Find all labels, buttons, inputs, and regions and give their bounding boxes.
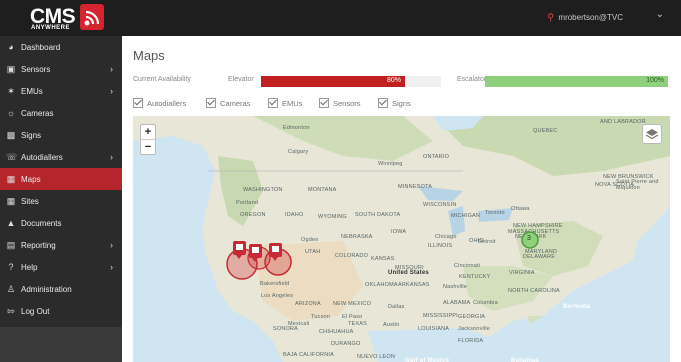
- sidebar-item-maps[interactable]: ▦ Maps: [0, 168, 122, 190]
- sidebar-item-label: Log Out: [21, 306, 50, 316]
- sidebar-footer: [0, 327, 122, 362]
- dashboard-icon: ◕: [8, 42, 14, 52]
- autodialler-icon: ☏: [6, 151, 18, 162]
- sidebar-item-label: Documents: [21, 218, 62, 228]
- logo[interactable]: CMS ANYWHERE: [12, 4, 104, 32]
- filter-label: Autodiallers: [147, 98, 187, 108]
- escalator-bar-fill: [485, 76, 668, 87]
- elevator-availability-bar: 80%: [261, 76, 441, 87]
- sidebar-item-autodiallers[interactable]: ☏ Autodiallers ›: [0, 146, 122, 168]
- escalator-availability-bar: 100%: [485, 76, 668, 87]
- app-window: CMS ANYWHERE ⚲ mrobertson@TVC ⌄ ◕ Dashboa…: [0, 0, 681, 362]
- sidebar-item-label: Dashboard: [21, 42, 61, 52]
- sidebar-item-label: EMUs: [21, 86, 43, 96]
- filter-label: Cameras: [220, 98, 251, 108]
- availability-row: Current Availability Elevator 80% Escala…: [133, 76, 669, 88]
- sidebar-item-emus[interactable]: ✶ EMUs ›: [0, 80, 122, 102]
- map-view[interactable]: Edmonton Calgary Winnipeg ONTARIO QUEBEC WASH…: [133, 116, 670, 362]
- sidebar-item-reporting[interactable]: ▤ Reporting ›: [0, 234, 122, 256]
- chevron-right-icon: ›: [110, 240, 113, 250]
- sidebar-item-label: Signs: [21, 130, 42, 140]
- sidebar-item-label: Sensors: [21, 64, 51, 74]
- logo-subtext: ANYWHERE: [31, 25, 71, 31]
- filter-label: Signs: [392, 98, 411, 108]
- sidebar-item-documents[interactable]: ▲ Documents: [0, 212, 122, 234]
- logout-icon: ⇰: [7, 305, 15, 316]
- checkbox[interactable]: [378, 98, 388, 108]
- availability-label: Current Availability: [133, 76, 191, 83]
- sidebar-item-sites[interactable]: ▦ Sites: [0, 190, 122, 212]
- sidebar-item-label: Autodiallers: [21, 152, 63, 162]
- sidebar-item-label: Administration: [21, 284, 72, 294]
- filter-sensors[interactable]: Sensors: [319, 98, 361, 108]
- sidebar-item-dashboard[interactable]: ◕ Dashboard: [0, 36, 122, 58]
- sidebar-item-label: Sites: [21, 196, 39, 206]
- checkbox[interactable]: [206, 98, 216, 108]
- layers-icon: [645, 129, 659, 140]
- checkbox[interactable]: [319, 98, 329, 108]
- zoom-in-button[interactable]: +: [141, 125, 155, 139]
- chevron-right-icon: ›: [110, 64, 113, 74]
- admin-icon: ♙: [6, 283, 16, 294]
- sidebar-item-signs[interactable]: ▩ Signs: [0, 124, 122, 146]
- elevator-label: Elevator: [228, 76, 254, 83]
- elevator-bar-fill: [261, 76, 405, 87]
- escalator-pct: 100%: [646, 77, 664, 84]
- filter-emus[interactable]: EMUs: [268, 98, 302, 108]
- sidebar-item-log-out[interactable]: ⇰ Log Out: [0, 300, 122, 322]
- page-title: Maps: [133, 48, 165, 63]
- filter-signs[interactable]: Signs: [378, 98, 411, 108]
- zoom-out-button[interactable]: −: [141, 139, 155, 154]
- sidebar-item-label: Help: [21, 262, 38, 272]
- user-icon: ⚲: [547, 12, 554, 22]
- map-markers: [226, 231, 539, 280]
- chevron-down-icon[interactable]: ⌄: [656, 9, 664, 20]
- filter-autodiallers[interactable]: Autodiallers: [133, 98, 186, 108]
- sidebar: ◕ Dashboard ▣ Sensors › ✶ EMUs › ☼ Cameras ▩ Signs ☏…: [0, 36, 122, 362]
- escalator-label: Escalator: [457, 76, 487, 83]
- sensor-icon: ▣: [6, 63, 16, 74]
- top-bar: CMS ANYWHERE ⚲ mrobertson@TVC ⌄: [0, 0, 681, 36]
- map-icon: ▦: [6, 173, 16, 184]
- chevron-right-icon: ›: [110, 86, 113, 96]
- filter-label: Sensors: [333, 98, 361, 108]
- camera-icon: ☼: [6, 108, 16, 118]
- chevron-right-icon: ›: [110, 262, 113, 272]
- sites-icon: ▦: [6, 195, 16, 206]
- main-content: Maps Current Availability Elevator 80% E…: [122, 36, 681, 362]
- filter-cameras[interactable]: Cameras: [206, 98, 250, 108]
- zoom-controls: + −: [140, 124, 156, 155]
- sidebar-item-help[interactable]: ? Help ›: [0, 256, 122, 278]
- help-icon: ?: [8, 262, 14, 272]
- sidebar-item-sensors[interactable]: ▣ Sensors ›: [0, 58, 122, 80]
- sidebar-item-cameras[interactable]: ☼ Cameras: [0, 102, 122, 124]
- sidebar-item-label: Reporting: [21, 240, 56, 250]
- folder-icon: ▲: [6, 218, 16, 228]
- cluster-count[interactable]: 3: [527, 235, 531, 242]
- user-menu[interactable]: ⚲ mrobertson@TVC ⌄: [547, 9, 664, 22]
- logo-signal-icon: [80, 4, 104, 30]
- sidebar-item-label: Maps: [21, 174, 41, 184]
- elevator-pct: 80%: [386, 77, 401, 84]
- emu-icon: ✶: [7, 85, 15, 96]
- username: mrobertson@TVC: [558, 13, 623, 22]
- sign-icon: ▩: [6, 129, 16, 140]
- sidebar-item-administration[interactable]: ♙ Administration: [0, 278, 122, 300]
- chevron-right-icon: ›: [110, 152, 113, 162]
- filter-label: EMUs: [282, 98, 303, 108]
- checkbox[interactable]: [133, 98, 143, 108]
- layers-button[interactable]: [642, 124, 662, 144]
- checkbox[interactable]: [268, 98, 278, 108]
- sidebar-item-label: Cameras: [21, 108, 54, 118]
- reporting-icon: ▤: [6, 239, 16, 250]
